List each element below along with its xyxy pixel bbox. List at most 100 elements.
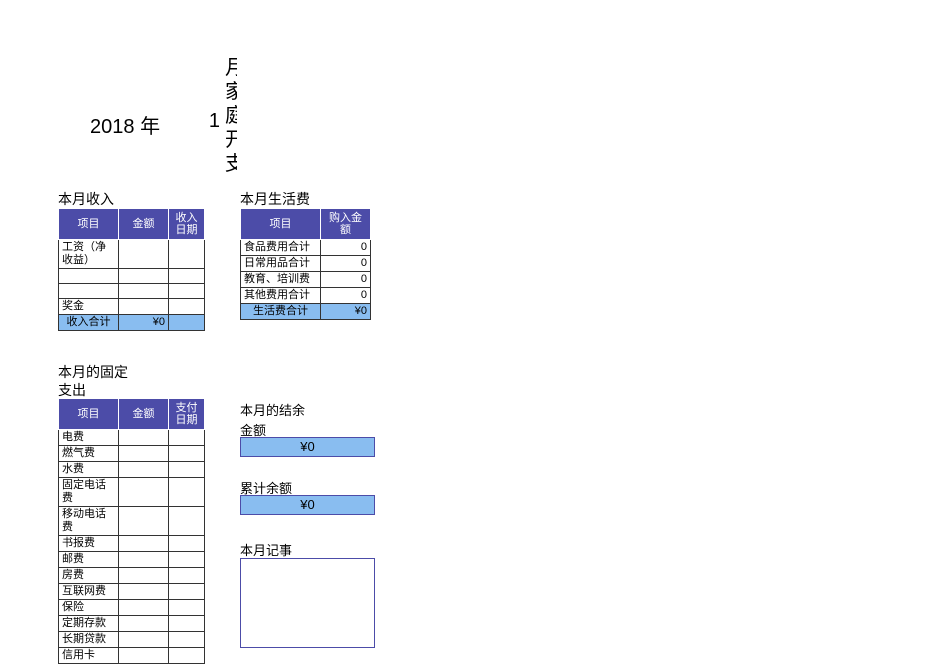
- fixed-amount[interactable]: [119, 507, 169, 536]
- living-row: 日常用品合计0: [241, 256, 371, 272]
- living-header-amount: 购入金额: [321, 209, 371, 240]
- fixed-row: 燃气费: [59, 446, 205, 462]
- fixed-date[interactable]: [169, 568, 205, 584]
- fixed-row: 电费: [59, 430, 205, 446]
- living-row: 食品费用合计0: [241, 240, 371, 256]
- living-amount[interactable]: 0: [321, 240, 371, 256]
- income-date[interactable]: [169, 299, 205, 315]
- fixed-amount[interactable]: [119, 462, 169, 478]
- fixed-date[interactable]: [169, 462, 205, 478]
- fixed-amount[interactable]: [119, 600, 169, 616]
- income-row: [59, 269, 205, 284]
- fixed-item: 房费: [59, 568, 119, 584]
- income-row: 工资（净收益）: [59, 240, 205, 269]
- income-header-date: 收入日期: [169, 209, 205, 240]
- fixed-date[interactable]: [169, 600, 205, 616]
- fixed-row: 信用卡: [59, 648, 205, 664]
- living-amount[interactable]: 0: [321, 256, 371, 272]
- fixed-amount[interactable]: [119, 632, 169, 648]
- fixed-row: 互联网费: [59, 584, 205, 600]
- fixed-amount[interactable]: [119, 568, 169, 584]
- living-amount[interactable]: 0: [321, 288, 371, 304]
- fixed-row: 水费: [59, 462, 205, 478]
- fixed-amount[interactable]: [119, 430, 169, 446]
- fixed-row: 书报费: [59, 536, 205, 552]
- fixed-item: 保险: [59, 600, 119, 616]
- fixed-amount[interactable]: [119, 648, 169, 664]
- fixed-header-amount: 金额: [119, 399, 169, 430]
- title-month: 1: [200, 110, 220, 133]
- income-date[interactable]: [169, 269, 205, 284]
- fixed-amount[interactable]: [119, 446, 169, 462]
- year-suffix: 年: [140, 116, 160, 138]
- fixed-date[interactable]: [169, 616, 205, 632]
- fixed-header-row: 项目 金额 支付日期: [59, 399, 205, 430]
- fixed-date[interactable]: [169, 584, 205, 600]
- income-amount[interactable]: [119, 299, 169, 315]
- income-amount[interactable]: [119, 240, 169, 269]
- fixed-amount[interactable]: [119, 536, 169, 552]
- fixed-table: 项目 金额 支付日期 电费 燃气费 水费 固定电话费 移动电话费 书报费 邮费 …: [58, 398, 205, 664]
- income-total-row: 收入合计¥0: [59, 315, 205, 331]
- living-item: 食品费用合计: [241, 240, 321, 256]
- living-total-value: ¥0: [321, 304, 371, 320]
- fixed-item: 邮费: [59, 552, 119, 568]
- fixed-row: 保险: [59, 600, 205, 616]
- fixed-item: 定期存款: [59, 616, 119, 632]
- income-row: 奖金: [59, 299, 205, 315]
- income-item[interactable]: 工资（净收益）: [59, 240, 119, 269]
- fixed-row: 定期存款: [59, 616, 205, 632]
- income-amount[interactable]: [119, 269, 169, 284]
- fixed-amount[interactable]: [119, 584, 169, 600]
- year-value: 2018: [90, 116, 135, 138]
- living-item: 教育、培训费: [241, 272, 321, 288]
- title-cutoff: 月家庭开支: [225, 56, 237, 176]
- fixed-date[interactable]: [169, 478, 205, 507]
- income-total-label: 收入合计: [59, 315, 119, 331]
- income-section-label: 本月收入: [58, 189, 114, 209]
- balance-amount-value: ¥0: [240, 437, 375, 457]
- fixed-item: 书报费: [59, 536, 119, 552]
- fixed-amount[interactable]: [119, 616, 169, 632]
- living-row: 其他费用合计0: [241, 288, 371, 304]
- income-header-amount: 金额: [119, 209, 169, 240]
- fixed-date[interactable]: [169, 446, 205, 462]
- fixed-row: 长期贷款: [59, 632, 205, 648]
- income-date[interactable]: [169, 240, 205, 269]
- fixed-item: 移动电话费: [59, 507, 119, 536]
- memo-box[interactable]: [240, 558, 375, 648]
- income-header-item: 项目: [59, 209, 119, 240]
- income-header-row: 项目 金额 收入日期: [59, 209, 205, 240]
- fixed-item: 燃气费: [59, 446, 119, 462]
- living-amount[interactable]: 0: [321, 272, 371, 288]
- balance-title: 本月的结余: [240, 400, 305, 419]
- living-row: 教育、培训费0: [241, 272, 371, 288]
- fixed-item: 电费: [59, 430, 119, 446]
- income-item[interactable]: [59, 269, 119, 284]
- fixed-amount[interactable]: [119, 552, 169, 568]
- income-row: [59, 284, 205, 299]
- income-total-date: [169, 315, 205, 331]
- fixed-header-date: 支付日期: [169, 399, 205, 430]
- income-date[interactable]: [169, 284, 205, 299]
- fixed-date[interactable]: [169, 507, 205, 536]
- income-item[interactable]: 奖金: [59, 299, 119, 315]
- living-table: 项目 购入金额 食品费用合计0 日常用品合计0 教育、培训费0 其他费用合计0 …: [240, 208, 371, 320]
- fixed-date[interactable]: [169, 430, 205, 446]
- fixed-row: 移动电话费: [59, 507, 205, 536]
- fixed-section-label-1: 本月的固定: [58, 362, 128, 382]
- fixed-header-item: 项目: [59, 399, 119, 430]
- income-amount[interactable]: [119, 284, 169, 299]
- fixed-date[interactable]: [169, 632, 205, 648]
- fixed-date[interactable]: [169, 552, 205, 568]
- fixed-amount[interactable]: [119, 478, 169, 507]
- fixed-item: 长期贷款: [59, 632, 119, 648]
- fixed-date[interactable]: [169, 536, 205, 552]
- fixed-item: 水费: [59, 462, 119, 478]
- living-total-label: 生活费合计: [241, 304, 321, 320]
- income-item[interactable]: [59, 284, 119, 299]
- memo-label: 本月记事: [240, 540, 292, 559]
- living-header-item: 项目: [241, 209, 321, 240]
- fixed-date[interactable]: [169, 648, 205, 664]
- fixed-item: 互联网费: [59, 584, 119, 600]
